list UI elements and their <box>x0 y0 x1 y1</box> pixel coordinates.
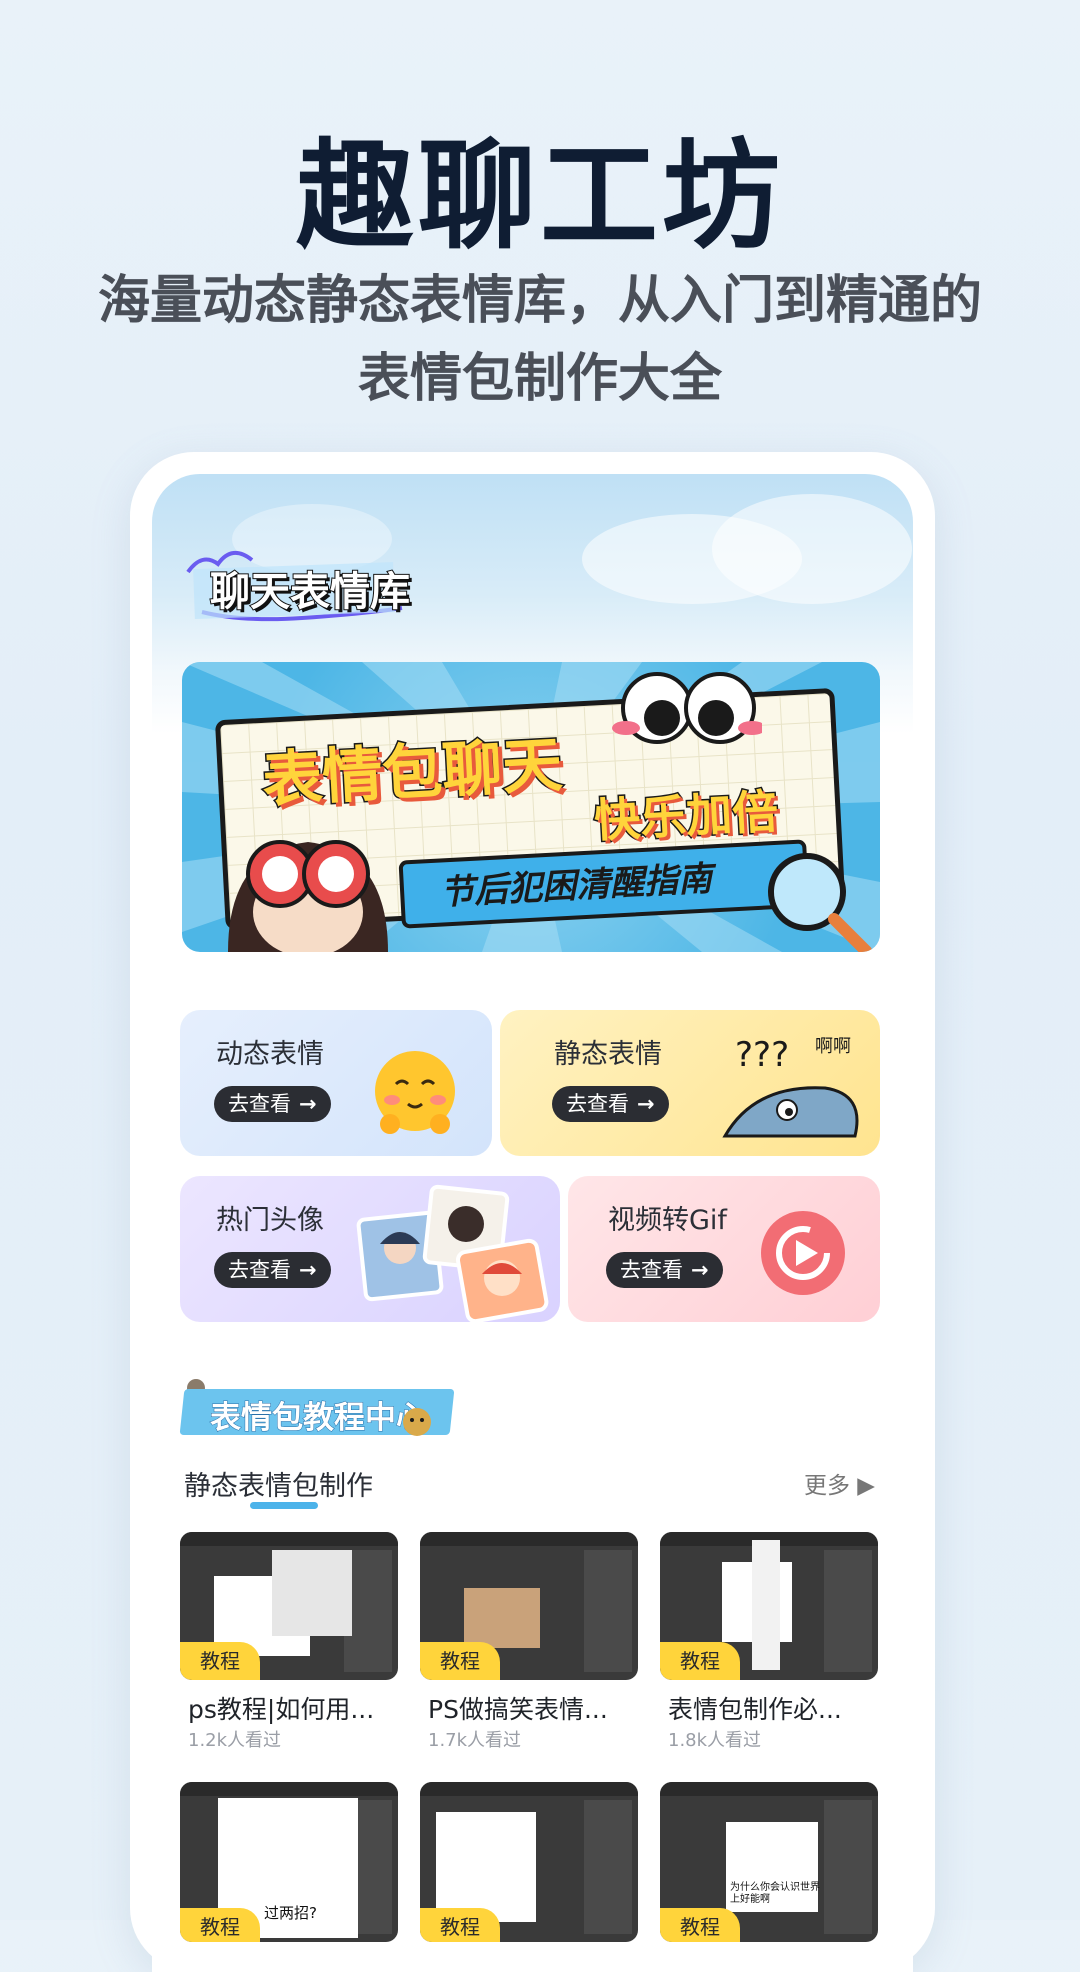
sticker-text-question: ??? <box>735 1035 789 1075</box>
feature-card-avatars[interactable]: 热门头像 去查看 → <box>180 1176 560 1322</box>
tutorial-thumbnail[interactable]: 过两招? 教程 <box>180 1782 398 1942</box>
promo-banner[interactable]: 表情包聊天 快乐加倍 节后犯困清醒指南 <box>182 662 880 952</box>
tutorial-title[interactable]: PS做搞笑表情... <box>428 1690 608 1726</box>
feature-title: 静态表情 <box>554 1039 662 1070</box>
feature-title: 热门头像 <box>216 1205 324 1236</box>
tutorial-thumbnail[interactable]: 教程 <box>420 1532 638 1680</box>
library-title: 聊天表情库 <box>209 568 411 616</box>
feature-card-video-gif[interactable]: 视频转Gif 去查看 → <box>568 1176 880 1322</box>
hero-subtitle-line1: 海量动态静态表情库，从入门到精通的 <box>97 271 982 331</box>
phone-frame: 聊天表情库 表情包聊天 快乐加倍 节后犯困清醒指南 动态表情 去查看 → 静态表… <box>130 452 935 1972</box>
hero-subtitle: 海量动态静态表情库，从入门到精通的 表情包制作大全 <box>40 262 1040 418</box>
hero-title: 趣聊工坊 <box>295 127 784 265</box>
tutorial-tag: 教程 <box>180 1642 260 1680</box>
tutorial-tag: 教程 <box>180 1908 260 1942</box>
feature-title: 动态表情 <box>216 1039 324 1070</box>
sticker-text-exclaim: 啊啊 <box>815 1036 851 1057</box>
tab-active-indicator <box>250 1502 318 1509</box>
thumbnail-caption: 为什么你会认识世界上好能啊 <box>730 1882 820 1905</box>
tutorial-header: 表情包教程中心 <box>210 1400 428 1437</box>
banner-headline-2: 快乐加倍 <box>591 783 781 850</box>
feature-title: 视频转Gif <box>608 1205 727 1236</box>
tutorial-thumbnail[interactable]: 教程 <box>420 1782 638 1942</box>
smiling-emoji-icon <box>375 1051 455 1134</box>
tutorial-thumbnail[interactable]: 教程 <box>180 1532 398 1680</box>
tutorial-title[interactable]: 表情包制作必... <box>668 1690 842 1726</box>
googly-eyes-icon <box>612 672 762 744</box>
tutorial-views: 1.8k人看过 <box>668 1730 762 1751</box>
tutorial-thumbnail[interactable]: 为什么你会认识世界上好能啊 教程 <box>660 1782 878 1942</box>
tutorial-views: 1.2k人看过 <box>188 1730 282 1751</box>
play-circle-icon <box>761 1211 845 1295</box>
feature-card-static[interactable]: 静态表情 去查看 → ??? 啊啊 <box>500 1010 880 1156</box>
doge-icon <box>403 1408 431 1436</box>
feature-card-animated[interactable]: 动态表情 去查看 → <box>180 1010 492 1156</box>
play-arrow-icon: ▶ <box>857 1473 875 1499</box>
more-link[interactable]: 更多 ▶ <box>804 1466 875 1500</box>
banner-headline: 表情包聊天 <box>259 729 565 818</box>
app-screen: 聊天表情库 表情包聊天 快乐加倍 节后犯困清醒指南 动态表情 去查看 → 静态表… <box>152 474 913 1972</box>
tab-static-sticker-making[interactable]: 静态表情包制作 <box>184 1464 373 1503</box>
view-button[interactable]: 去查看 → <box>214 1252 331 1288</box>
avatar-collage-icon <box>356 1184 549 1322</box>
view-button[interactable]: 去查看 → <box>552 1086 669 1122</box>
tutorial-tag: 教程 <box>420 1642 500 1680</box>
magnifier-icon <box>768 853 872 952</box>
tutorial-views: 1.7k人看过 <box>428 1730 522 1751</box>
hero-subtitle-line2: 表情包制作大全 <box>357 349 722 409</box>
confused-fish-icon: ??? 啊啊 <box>722 1035 859 1138</box>
tutorial-title[interactable]: ps教程|如何用... <box>188 1690 374 1726</box>
tutorial-tag: 教程 <box>660 1642 740 1680</box>
view-button[interactable]: 去查看 → <box>214 1086 331 1122</box>
view-button[interactable]: 去查看 → <box>606 1252 723 1288</box>
tutorial-tag: 教程 <box>660 1908 740 1942</box>
girl-binoculars-icon <box>228 840 388 952</box>
tutorial-tag: 教程 <box>420 1908 500 1942</box>
tutorial-thumbnail[interactable]: 教程 <box>660 1532 878 1680</box>
